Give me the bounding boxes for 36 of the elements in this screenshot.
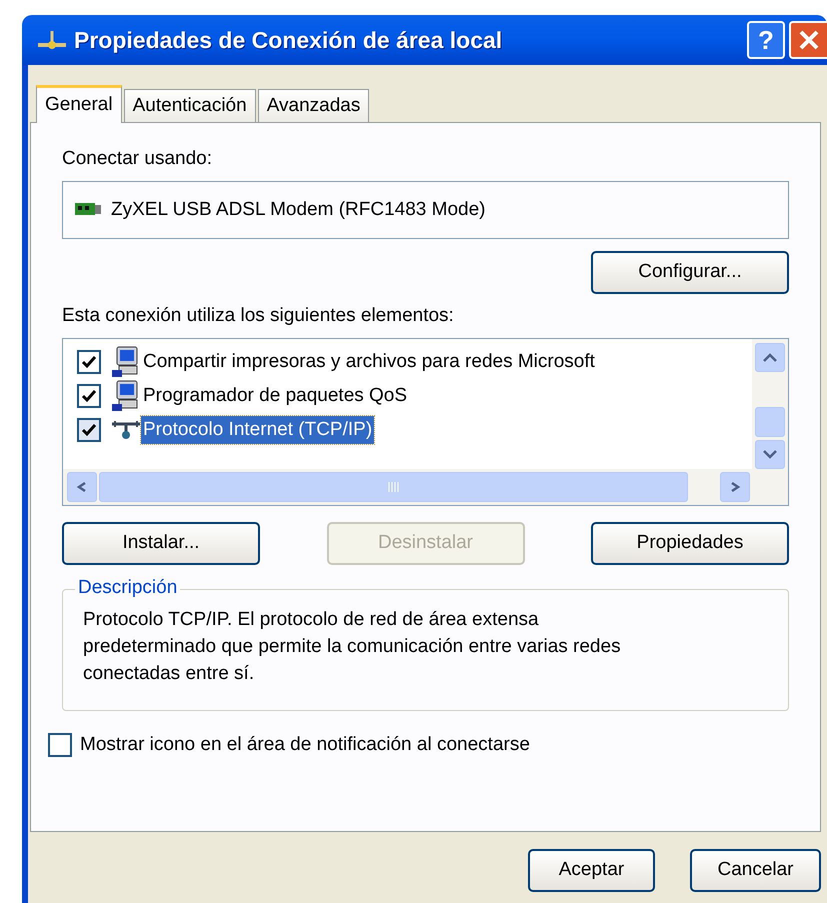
- check-icon: [81, 354, 97, 370]
- description-legend: Descripción: [75, 576, 180, 600]
- close-button[interactable]: [789, 21, 827, 59]
- dialog-button[interactable]: Aceptar: [528, 849, 655, 892]
- list-item[interactable]: Protocolo Internet (TCP/IP): [141, 416, 374, 444]
- checkbox[interactable]: [48, 733, 72, 758]
- list-item[interactable]: Programador de paquetes QoS: [141, 382, 410, 410]
- description-text: Protocolo TCP/IP. El protocolo de red de área extensa predeterminado que permite la comunicación entre varias redes conectadas entre sí.: [83, 608, 622, 686]
- checkbox[interactable]: [77, 384, 101, 408]
- checkbox[interactable]: [77, 418, 101, 442]
- action-button[interactable]: Propiedades: [591, 522, 789, 565]
- tab[interactable]: Autenticación: [124, 89, 256, 122]
- components-label: Esta conexión utiliza los siguientes elementos:: [62, 304, 455, 328]
- scroll-thumb[interactable]: [755, 407, 785, 437]
- vertical-scrollbar[interactable]: [752, 339, 788, 469]
- tab[interactable]: General: [36, 85, 122, 123]
- network-protocol-icon: [111, 419, 141, 441]
- connect-using-label: Conectar usando:: [62, 147, 213, 171]
- window-title: Propiedades de Conexión de área local: [74, 26, 502, 55]
- configure-button[interactable]: Configurar...: [591, 251, 789, 294]
- help-button[interactable]: ?: [747, 21, 785, 59]
- action-button[interactable]: Instalar...: [62, 522, 260, 565]
- tab[interactable]: Avanzadas: [258, 89, 370, 122]
- network-card-icon: [75, 202, 101, 218]
- check-icon: [81, 422, 97, 438]
- scroll-thumb[interactable]: [99, 472, 688, 502]
- close-icon: [798, 29, 820, 51]
- adapter-name: ZyXEL USB ADSL Modem (RFC1483 Mode): [111, 198, 486, 222]
- check-icon: [81, 388, 97, 404]
- network-icon: [36, 29, 68, 51]
- grip-icon: [386, 482, 400, 492]
- checkbox[interactable]: [77, 350, 101, 374]
- notify-label[interactable]: Mostrar icono en el área de notificación al conectarse: [80, 731, 530, 760]
- dialog-button[interactable]: Cancelar: [690, 849, 821, 892]
- horizontal-scrollbar[interactable]: [63, 469, 788, 505]
- list-item[interactable]: Compartir impresoras y archivos para redes Microsoft: [141, 348, 597, 376]
